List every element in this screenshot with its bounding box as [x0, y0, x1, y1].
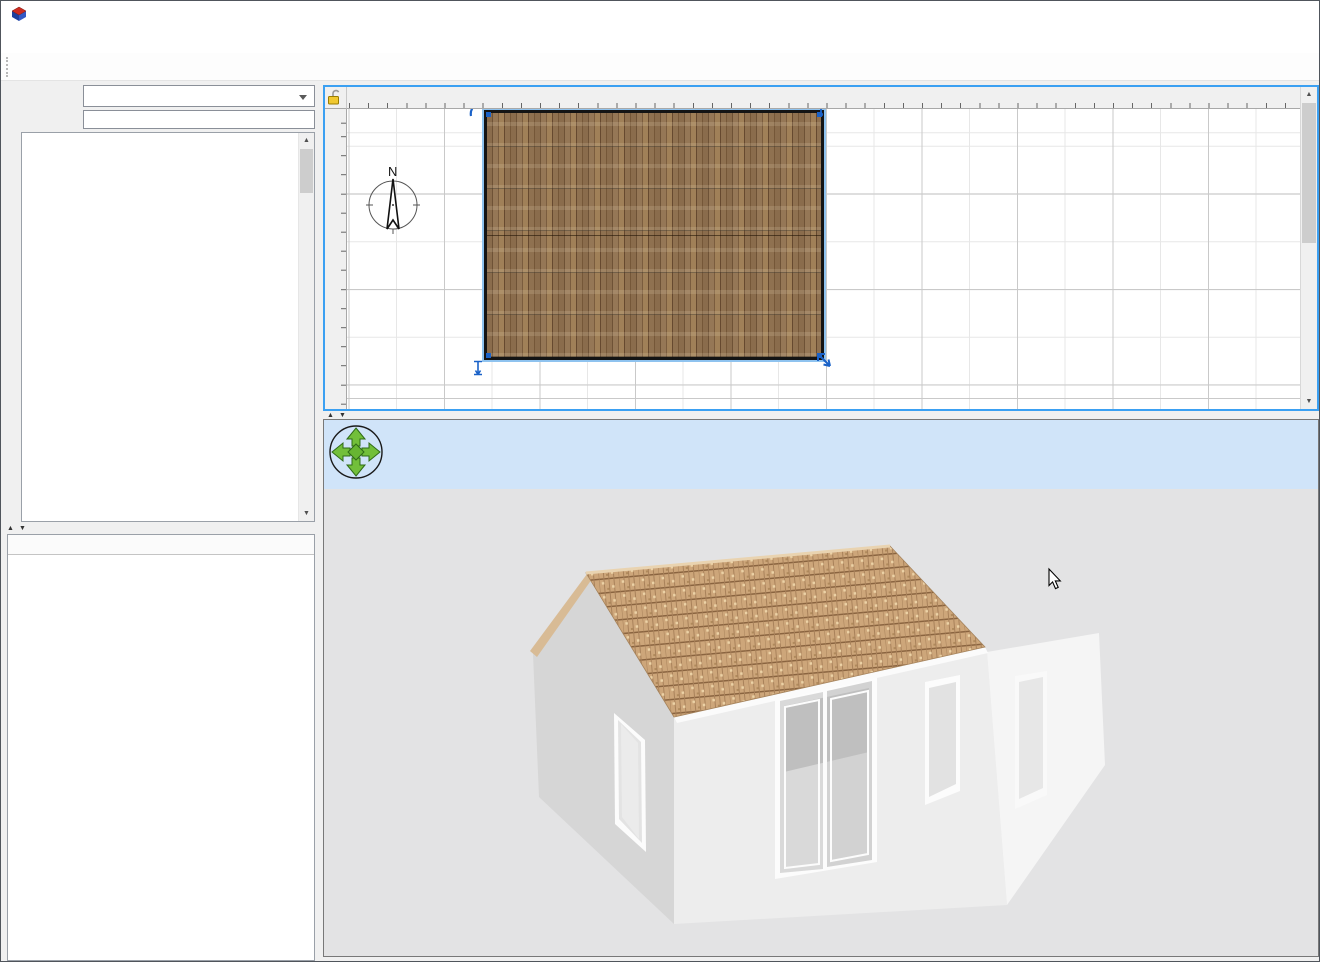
catalog-list-splitter[interactable]: ▲ ▼ — [7, 522, 315, 534]
toolbar — [1, 53, 1319, 81]
rotate-handle-icon[interactable] — [467, 109, 487, 119]
category-select[interactable] — [83, 85, 315, 107]
elevation-handle-icon[interactable] — [814, 109, 828, 117]
furniture-catalog: ▲ ▼ — [21, 132, 315, 522]
house-3d-render — [324, 420, 1318, 956]
furniture-panel: ▲ ▼ ▲ ▼ — [1, 81, 319, 961]
mouse-cursor — [1049, 569, 1060, 589]
furniture-list-header — [8, 535, 314, 555]
vertical-ruler — [325, 109, 347, 409]
window-controls — [1181, 1, 1319, 31]
splitter-up-icon[interactable]: ▲ — [327, 412, 334, 419]
compass[interactable]: N — [365, 161, 421, 235]
roof-ridge-line — [487, 235, 821, 236]
splitter-down-icon[interactable]: ▼ — [19, 525, 26, 532]
app-window: ▲ ▼ ▲ ▼ — [0, 0, 1320, 962]
toolbar-drag-handle[interactable] — [6, 57, 9, 77]
app-logo-icon — [11, 6, 27, 27]
ruler-corner — [325, 87, 347, 109]
plan-canvas[interactable]: N — [347, 109, 1300, 409]
plan-view[interactable]: N — [323, 85, 1319, 411]
main-area: ▲ ▼ ▲ ▼ — [1, 81, 1319, 961]
3d-navigation-widget[interactable] — [327, 423, 385, 481]
furniture-list — [7, 534, 315, 961]
chevron-down-icon — [299, 95, 307, 100]
scrollbar-thumb[interactable] — [300, 149, 313, 193]
scroll-up-arrow[interactable]: ▲ — [1301, 87, 1317, 102]
menu-bar — [1, 31, 1319, 53]
scroll-down-arrow[interactable]: ▼ — [1301, 394, 1317, 409]
view-3d[interactable] — [323, 419, 1319, 957]
splitter-down-icon[interactable]: ▼ — [339, 412, 346, 419]
roof-object[interactable] — [484, 110, 824, 360]
title-bar — [1, 1, 1319, 31]
maximize-button[interactable] — [1227, 1, 1273, 31]
unlock-icon — [325, 87, 345, 107]
height-handle-icon[interactable] — [471, 359, 485, 377]
search-input[interactable] — [83, 110, 315, 129]
resize-handle-icon[interactable] — [815, 351, 833, 369]
horizontal-ruler — [347, 87, 1300, 109]
minimize-button[interactable] — [1181, 1, 1227, 31]
catalog-scrollbar[interactable]: ▲ ▼ — [298, 133, 314, 521]
scroll-up-arrow[interactable]: ▲ — [299, 133, 314, 148]
scroll-down-arrow[interactable]: ▼ — [299, 506, 314, 521]
splitter-up-icon[interactable]: ▲ — [7, 525, 14, 532]
nav-center-diamond[interactable] — [348, 444, 364, 460]
compass-north-label: N — [388, 164, 397, 179]
plan-scrollbar[interactable]: ▲ ▼ — [1300, 87, 1317, 409]
selection-dot[interactable] — [486, 353, 491, 358]
close-button[interactable] — [1273, 1, 1319, 31]
scrollbar-thumb[interactable] — [1302, 103, 1316, 243]
plan-3d-splitter[interactable]: ▲ ▼ — [323, 411, 1319, 419]
